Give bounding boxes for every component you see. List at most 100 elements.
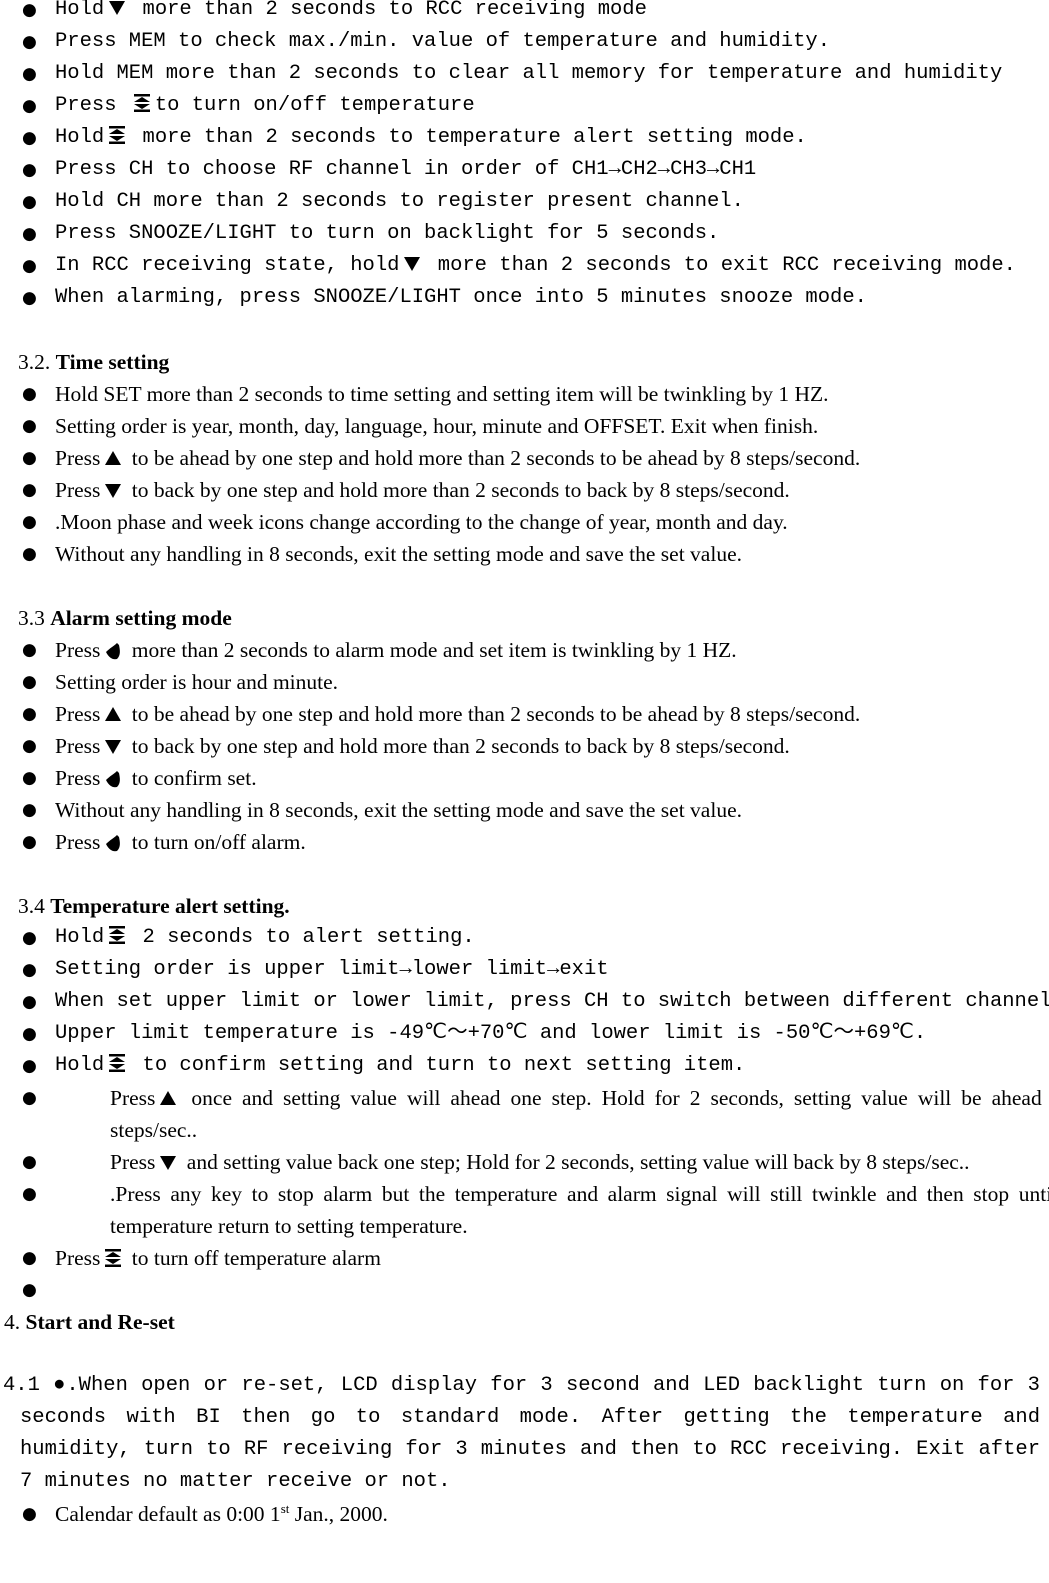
list-item-text: Hold CH more than 2 seconds to register …	[55, 186, 1039, 218]
text-segment: more than 2 seconds to RCC receiving mod…	[130, 0, 647, 21]
bullet-icon: ●	[22, 832, 37, 852]
list-item: ● When alarming, press SNOOZE/LIGHT once …	[0, 282, 1049, 314]
text-segment: Setting order is year, month, day, langu…	[55, 414, 819, 438]
section-title: Start and Re-set	[25, 1310, 175, 1334]
section-heading: 4. Start and Re-set	[0, 1306, 1049, 1338]
text-segment: to turn on/off alarm.	[126, 830, 306, 854]
list-item: ● Upper limit temperature is -49℃～+70℃ an…	[0, 1018, 1049, 1050]
list-item: ● In RCC receiving state, hold more than …	[0, 250, 1049, 282]
list-item: ● .Press any key to stop alarm but the te…	[0, 1178, 1049, 1242]
section-number: 3.3	[18, 606, 51, 630]
list-item: ● Press MEM to check max./min. value of t…	[0, 26, 1049, 58]
bullet-icon: ●	[22, 192, 37, 212]
bullet-icon: ●	[22, 512, 37, 532]
section-heading: 3.4 Temperature alert setting.	[0, 890, 1049, 922]
list-item: ● Press to confirm set.	[0, 762, 1049, 794]
bullet-icon: ●	[22, 672, 37, 692]
list-item: ● .Moon phase and week icons change accor…	[0, 506, 1049, 538]
bullet-icon: ●	[22, 1056, 37, 1076]
text-segment: Calendar default as 0:00 1	[55, 1502, 281, 1526]
list-item: ● Press to back by one step and hold more…	[0, 474, 1049, 506]
list-item-text: Setting order is upper limit→lower limit…	[55, 954, 1039, 986]
temperature-alert-icon	[131, 92, 153, 114]
bullet-icon: ●	[22, 544, 37, 564]
text-segment: Press	[55, 1246, 101, 1270]
list-item-text: Press to turn off temperature alarm	[55, 1242, 1039, 1274]
text-segment: .Press any key to stop alarm but the tem…	[110, 1182, 1049, 1238]
text-segment: Without any handling in 8 seconds, exit …	[55, 798, 742, 822]
list-item: ● Calendar default as 0:00 1st Jan., 2000…	[0, 1498, 1049, 1530]
text-segment: Press	[110, 1150, 156, 1174]
text-segment: more than 2 seconds to alarm mode and se…	[126, 638, 737, 662]
bullet-icon: ●	[22, 704, 37, 724]
list-item: ● Setting order is year, month, day, lang…	[0, 410, 1049, 442]
triangle-up-icon	[102, 703, 124, 725]
triangle-down-icon	[102, 479, 124, 501]
text-segment: .Moon phase and week icons change accord…	[55, 510, 788, 534]
list-item-text: Press to be ahead by one step and hold m…	[55, 442, 1039, 474]
bullet-icon: ●	[22, 992, 37, 1012]
bullet-icon: ●	[22, 256, 37, 276]
text-segment: Press	[55, 766, 101, 790]
section-number: 4.	[4, 1310, 26, 1334]
text-segment: Press SNOOZE/LIGHT to turn on backlight …	[55, 222, 720, 245]
bullet-icon: ●	[22, 960, 37, 980]
bullet-icon: ●	[22, 224, 37, 244]
triangle-down-icon	[106, 0, 128, 18]
triangle-up-icon	[157, 1087, 179, 1109]
list-item-text: Press CH to choose RF channel in order o…	[55, 154, 1039, 186]
text-segment: Press	[55, 702, 101, 726]
bullet-icon: ●	[22, 800, 37, 820]
list-item: ● Hold SET more than 2 seconds to time se…	[0, 378, 1049, 410]
text-segment: Hold SET more than 2 seconds to time set…	[55, 382, 829, 406]
triangle-up-icon	[102, 447, 124, 469]
text-segment: more than 2 seconds to temperature alert…	[130, 126, 807, 149]
list-item-text: Press once and setting value will ahead …	[110, 1082, 1049, 1146]
text-segment: Jan., 2000.	[289, 1502, 388, 1526]
text-segment: Setting order is hour and minute.	[55, 670, 339, 694]
list-item: ● Hold 2 seconds to alert setting.	[0, 922, 1049, 954]
text-segment: to be ahead by one step and hold more th…	[126, 446, 861, 470]
triangle-down-icon	[102, 735, 124, 757]
list-item-text: Press MEM to check max./min. value of te…	[55, 26, 1039, 58]
section-title: Time setting	[55, 350, 170, 374]
bullet-icon: ●	[22, 1184, 37, 1204]
list-item-text: Press SNOOZE/LIGHT to turn on backlight …	[55, 218, 1039, 250]
list-item-text: Press more than 2 seconds to alarm mode …	[55, 634, 1039, 666]
list-item-text: Hold to confirm setting and turn to next…	[55, 1050, 1039, 1082]
text-segment: Press	[110, 1086, 156, 1110]
list-item-text: Press to back by one step and hold more …	[55, 730, 1039, 762]
list-item-text: .Press any key to stop alarm but the tem…	[110, 1178, 1049, 1242]
list-item: ● Press and setting value back one step; …	[0, 1146, 1049, 1178]
text-segment: once and setting value will ahead one st…	[110, 1086, 1049, 1142]
text-segment: Press	[55, 94, 129, 117]
text-segment: Upper limit temperature is -49℃～+70℃ and…	[55, 1022, 927, 1045]
list-item: ● Press once and setting value will ahead…	[0, 1082, 1049, 1146]
temperature-alert-icon	[106, 124, 128, 146]
text-segment: Hold	[55, 0, 105, 21]
list-item: ● Press more than 2 seconds to alarm mode…	[0, 634, 1049, 666]
bullet-icon: ●	[22, 384, 37, 404]
alarm-bell-icon	[102, 767, 124, 789]
section-heading: 3.2. Time setting	[0, 346, 1049, 378]
list-item-text: Hold more than 2 seconds to temperature …	[55, 122, 1039, 154]
text-segment: Press	[55, 638, 101, 662]
bullet-icon: ●	[22, 928, 37, 948]
bullet-icon: ●	[22, 640, 37, 660]
list-item: ● Press to turn off temperature alarm	[0, 1242, 1049, 1274]
triangle-down-icon	[157, 1151, 179, 1173]
bullet-icon: ●	[22, 1088, 37, 1108]
list-item: ● Hold more than 2 seconds to temperature…	[0, 122, 1049, 154]
bullet-icon: ●	[22, 768, 37, 788]
list-item-text: Press and setting value back one step; H…	[110, 1146, 1049, 1178]
bullet-icon: ●	[22, 1504, 37, 1524]
text-segment: Press	[55, 478, 101, 502]
bullet-icon: ●	[22, 160, 37, 180]
temperature-alert-icon	[106, 924, 128, 946]
text-segment: Press	[55, 446, 101, 470]
list-item: ● Setting order is hour and minute.	[0, 666, 1049, 698]
list-item-text: .Moon phase and week icons change accord…	[55, 506, 1039, 538]
list-item-text: Setting order is year, month, day, langu…	[55, 410, 1039, 442]
text-segment: In RCC receiving state, hold	[55, 254, 400, 277]
list-item: ● Press to turn on/off alarm.	[0, 826, 1049, 858]
